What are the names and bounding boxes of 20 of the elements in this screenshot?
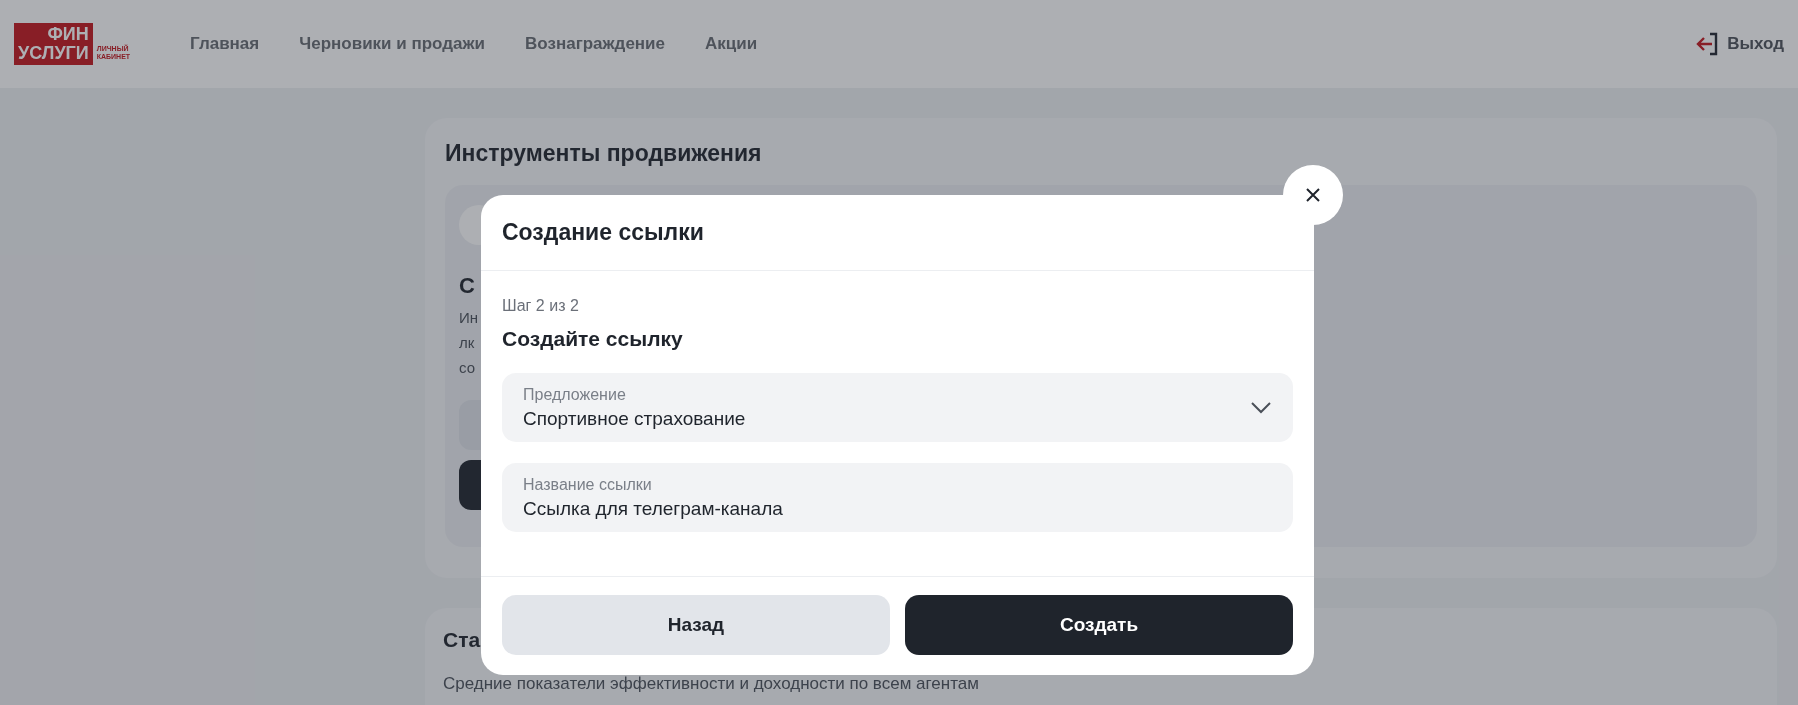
close-icon — [1305, 187, 1321, 203]
chevron-down-icon — [1250, 400, 1272, 415]
logout-link[interactable]: Выход — [1695, 32, 1784, 56]
nav-link[interactable]: Черновики и продажи — [299, 34, 485, 54]
create-button[interactable]: Создать — [905, 595, 1293, 655]
card-title: Ста — [443, 628, 482, 652]
inner-card-title: С — [459, 273, 476, 299]
card-title: Инструменты продвижения — [445, 140, 763, 167]
card-subtitle: Средние показатели эффективности и доходности по всем агентам — [443, 674, 980, 694]
link-name-input[interactable]: Ссылка для телеграм-канала — [523, 497, 1272, 520]
inner-card-text: Ин лк со — [459, 308, 479, 378]
nav-link[interactable]: Вознаграждение — [525, 34, 666, 54]
nav-link[interactable]: Акции — [705, 34, 758, 54]
offer-select[interactable]: Предложение Спортивное страхование — [502, 373, 1293, 442]
link-name-field[interactable]: Название ссылки Ссылка для телеграм-канала — [502, 463, 1293, 532]
modal-title: Создание ссылки — [502, 219, 704, 246]
step-heading: Создайте ссылку — [502, 327, 684, 351]
nav-link[interactable]: Главная — [190, 34, 260, 54]
back-button[interactable]: Назад — [502, 595, 890, 655]
step-indicator: Шаг 2 из 2 — [502, 297, 580, 315]
